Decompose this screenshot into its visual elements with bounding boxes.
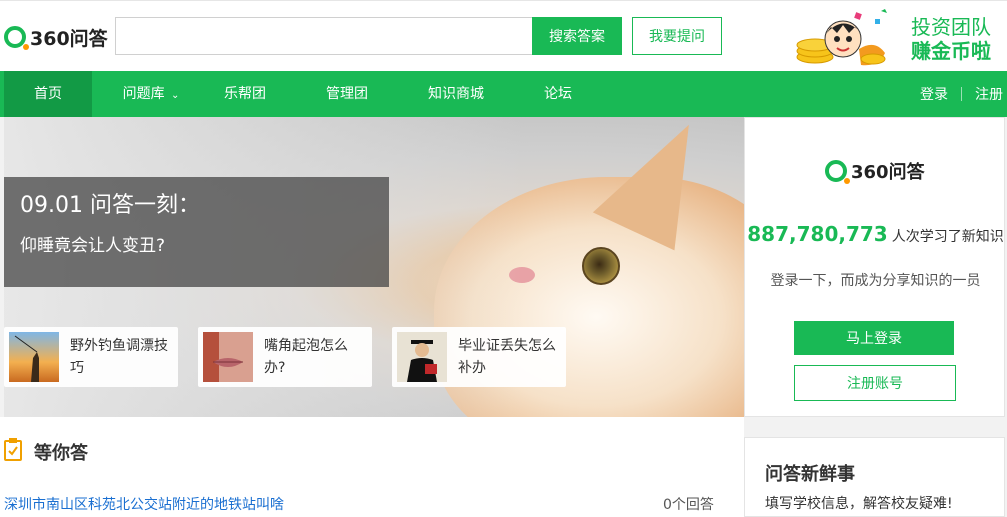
nav-register-link[interactable]: 注册 (975, 84, 1003, 104)
panel-logo: 360问答 (825, 158, 925, 184)
register-account-button[interactable]: 注册账号 (794, 365, 956, 401)
chevron-down-icon: ⌄ (171, 90, 180, 101)
learner-count-suffix: 人次学习了新知识 (891, 229, 1004, 245)
promo-line-2: 赚金币啦 (911, 39, 991, 63)
nav-question-library-label: 问题库 (122, 86, 165, 102)
promo-text: 投资团队 赚金币啦 (911, 15, 991, 63)
promo-banner[interactable]: 投资团队 赚金币啦 (795, 7, 1005, 69)
banner-card-label: 毕业证丢失怎么补办 (458, 338, 556, 376)
site-logo[interactable]: 360问答 (4, 23, 108, 51)
news-item[interactable]: 填写学校信息，解答校友疑难! (765, 493, 953, 513)
nav-knowledge-mall[interactable]: 知识商城 (420, 71, 492, 117)
news-title: 问答新鲜事 (765, 464, 855, 485)
nav-help-team[interactable]: 乐帮团 (210, 71, 280, 117)
waiting-section: 等你答 深圳市南山区科苑北公交站附近的地铁站叫啥 0个回答 (0, 417, 744, 517)
banner-card-lips[interactable]: 嘴角起泡怎么办? (198, 327, 372, 387)
nav-account: 登录 注册 (920, 71, 1007, 117)
banner-card-fishing[interactable]: 野外钓鱼调漂技巧 (4, 327, 178, 387)
banner-caption[interactable]: 09.01 问答一刻： 仰睡竟会让人变丑? (4, 177, 389, 287)
learner-count-number: 887,780,773 (747, 222, 888, 246)
news-panel: 问答新鲜事 填写学校信息，解答校友疑难! (744, 437, 1005, 517)
nav-forum[interactable]: 论坛 (530, 71, 586, 117)
banner-card-label: 嘴角起泡怎么办? (264, 338, 348, 376)
logo-ring-icon (825, 160, 850, 184)
login-tip: 登录一下，而成为分享知识的一员 (770, 273, 981, 289)
learner-count: 887,780,773 人次学习了新知识 (745, 222, 1006, 246)
logo-text: 360问答 (30, 27, 108, 50)
nav-question-library[interactable]: 问题库 ⌄ (108, 71, 194, 117)
ask-question-button[interactable]: 我要提问 (632, 17, 722, 55)
waiting-title: 等你答 (34, 443, 88, 464)
main-nav: 首页 问题库 ⌄ 乐帮团 管理团 知识商城 论坛 登录 注册 (0, 71, 1007, 117)
graduate-thumbnail (397, 332, 447, 382)
coins-character-icon (796, 9, 887, 66)
search-button[interactable]: 搜索答案 (532, 17, 622, 55)
promo-line-1: 投资团队 (911, 15, 991, 39)
top-header: 360问答 搜索答案 我要提问 投资团队 赚金币啦 (0, 0, 1007, 71)
banner-title: 09.01 问答一刻： (20, 193, 200, 218)
banner-card-label: 野外钓鱼调漂技巧 (70, 338, 168, 376)
banner-subtitle: 仰睡竟会让人变丑? (20, 236, 166, 256)
nav-login-link[interactable]: 登录 (920, 84, 948, 104)
clipboard-check-icon (4, 438, 22, 461)
nav-divider (961, 87, 962, 101)
login-now-button[interactable]: 马上登录 (794, 321, 954, 355)
logo-ring-icon (4, 26, 29, 50)
banner-card-diploma[interactable]: 毕业证丢失怎么补办 (392, 327, 566, 387)
lips-thumbnail (203, 332, 253, 382)
login-panel: 360问答 887,780,773 人次学习了新知识 登录一下，而成为分享知识的一… (744, 117, 1005, 417)
question-link[interactable]: 深圳市南山区科苑北公交站附近的地铁站叫啥 (4, 494, 284, 514)
nav-home[interactable]: 首页 (4, 71, 92, 117)
fishing-thumbnail (9, 332, 59, 382)
nav-admin-team[interactable]: 管理团 (312, 71, 382, 117)
panel-logo-text: 360问答 (851, 162, 925, 183)
answer-count: 0个回答 (663, 497, 714, 513)
search-input[interactable] (115, 17, 533, 55)
banner-cat-eye (582, 247, 620, 285)
